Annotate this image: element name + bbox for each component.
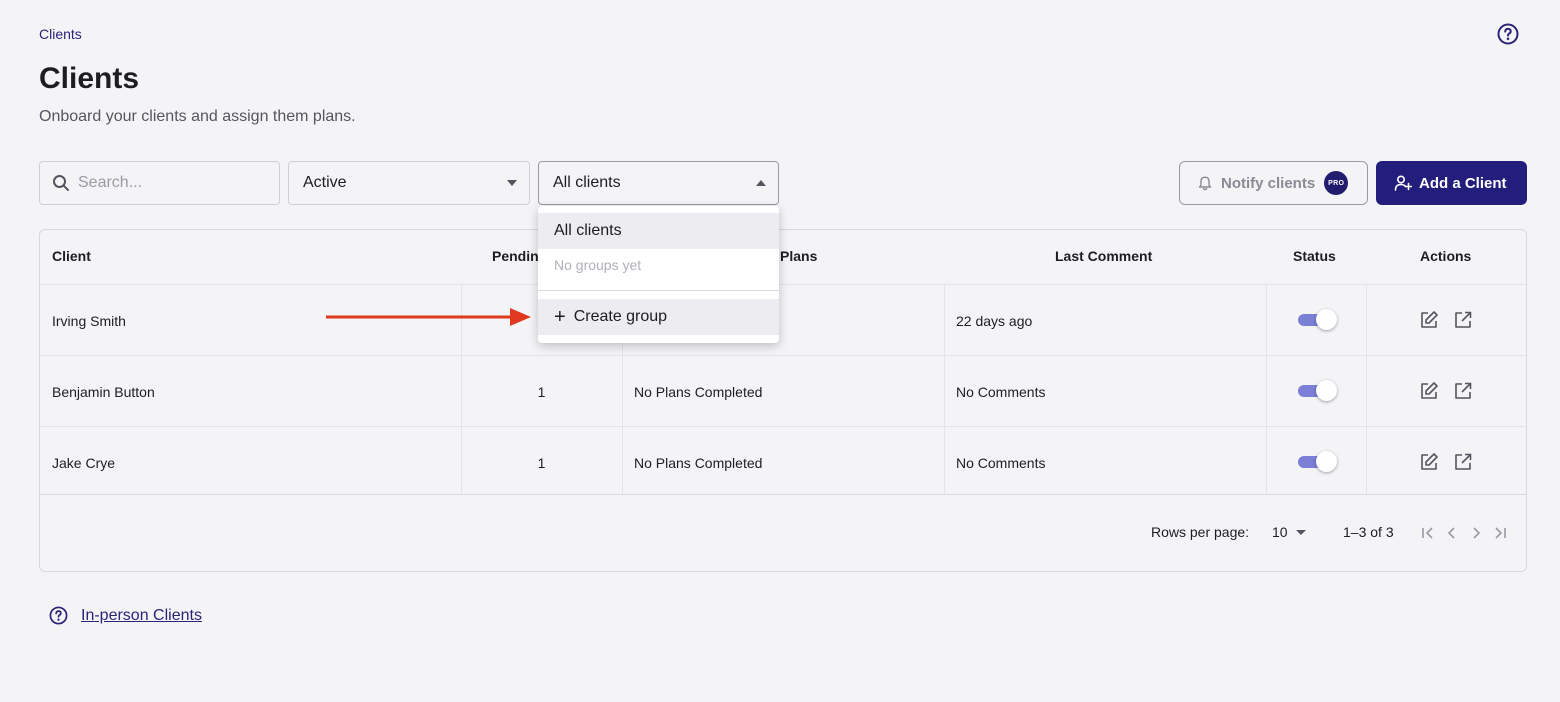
client-name[interactable]: Irving Smith xyxy=(52,285,126,356)
first-page-icon[interactable] xyxy=(1420,525,1436,541)
search-box[interactable] xyxy=(39,161,280,205)
in-person-clients-link[interactable]: In-person Clients xyxy=(81,607,202,625)
column-header-plans[interactable]: Plans xyxy=(780,248,817,264)
open-external-icon[interactable] xyxy=(1453,381,1473,401)
add-user-icon xyxy=(1394,175,1412,191)
last-comment: 22 days ago xyxy=(956,312,1033,329)
status-toggle[interactable] xyxy=(1298,309,1337,330)
chevron-down-icon xyxy=(507,180,517,186)
group-filter-menu: All clients No groups yet + Create group xyxy=(538,206,779,343)
create-group-label: Create group xyxy=(573,308,668,325)
plans-completed: No Plans Completed xyxy=(634,383,763,400)
column-divider xyxy=(1266,284,1267,495)
next-page-icon[interactable] xyxy=(1468,525,1484,541)
column-divider xyxy=(944,284,945,495)
table-row[interactable]: Irving Smith 22 days ago xyxy=(40,284,1526,356)
edit-icon[interactable] xyxy=(1419,452,1439,472)
edit-icon[interactable] xyxy=(1419,381,1439,401)
table-divider xyxy=(40,494,1526,495)
pending-count: 1 xyxy=(537,454,546,471)
status-filter-value: Active xyxy=(303,174,347,191)
last-comment: No Comments xyxy=(956,454,1046,471)
breadcrumb[interactable]: Clients xyxy=(39,26,82,42)
rows-per-page-value: 10 xyxy=(1272,524,1288,540)
column-header-actions: Actions xyxy=(1420,248,1472,264)
help-icon[interactable] xyxy=(1497,23,1519,45)
client-name[interactable]: Benjamin Button xyxy=(52,356,155,427)
status-toggle[interactable] xyxy=(1298,451,1337,472)
column-header-last-comment[interactable]: Last Comment xyxy=(1055,248,1152,264)
menu-divider xyxy=(538,290,779,291)
table-row[interactable]: Jake Crye 1 No Plans Completed No Commen… xyxy=(40,426,1526,498)
pending-count: 1 xyxy=(537,383,546,400)
column-header-pending[interactable]: Pendin xyxy=(492,248,539,264)
plans-completed: No Plans Completed xyxy=(634,454,763,471)
column-divider xyxy=(1366,284,1367,495)
group-filter-value: All clients xyxy=(553,174,621,191)
menu-item-all-clients[interactable]: All clients xyxy=(538,213,779,249)
annotation-arrow xyxy=(326,308,531,326)
open-external-icon[interactable] xyxy=(1453,452,1473,472)
rows-per-page-label: Rows per page: xyxy=(1151,524,1250,540)
page-title: Clients xyxy=(39,62,140,95)
table-row[interactable]: Benjamin Button 1 No Plans Completed No … xyxy=(40,355,1526,427)
menu-empty-text: No groups yet xyxy=(554,257,642,273)
notify-clients-label: Notify clients xyxy=(1221,174,1316,192)
add-client-button[interactable]: Add a Client xyxy=(1376,161,1527,205)
open-external-icon[interactable] xyxy=(1453,310,1473,330)
create-group-button[interactable]: + Create group xyxy=(538,299,779,335)
search-icon xyxy=(53,175,69,191)
search-input[interactable] xyxy=(78,174,258,192)
bell-icon xyxy=(1198,176,1212,190)
status-toggle[interactable] xyxy=(1298,380,1337,401)
client-name[interactable]: Jake Crye xyxy=(52,427,115,498)
pagination-range: 1–3 of 3 xyxy=(1343,524,1394,540)
column-header-client[interactable]: Client xyxy=(52,248,91,264)
help-icon xyxy=(49,606,68,625)
add-client-label: Add a Client xyxy=(1419,174,1507,192)
chevron-up-icon xyxy=(756,180,766,186)
caret-down-icon xyxy=(1295,529,1306,535)
column-header-status: Status xyxy=(1293,248,1336,264)
group-filter-select[interactable]: All clients xyxy=(538,161,779,205)
plus-icon: + xyxy=(554,306,566,328)
page-subtitle: Onboard your clients and assign them pla… xyxy=(39,108,356,125)
edit-icon[interactable] xyxy=(1419,310,1439,330)
status-filter-select[interactable]: Active xyxy=(288,161,530,205)
clients-table: Client Pendin Plans Last Comment Status … xyxy=(39,229,1527,572)
rows-per-page-select[interactable]: 10 xyxy=(1272,524,1306,540)
notify-clients-button[interactable]: Notify clients PRO xyxy=(1179,161,1368,205)
last-comment: No Comments xyxy=(956,383,1046,400)
pro-badge: PRO xyxy=(1324,171,1349,195)
previous-page-icon[interactable] xyxy=(1444,525,1460,541)
last-page-icon[interactable] xyxy=(1492,525,1508,541)
